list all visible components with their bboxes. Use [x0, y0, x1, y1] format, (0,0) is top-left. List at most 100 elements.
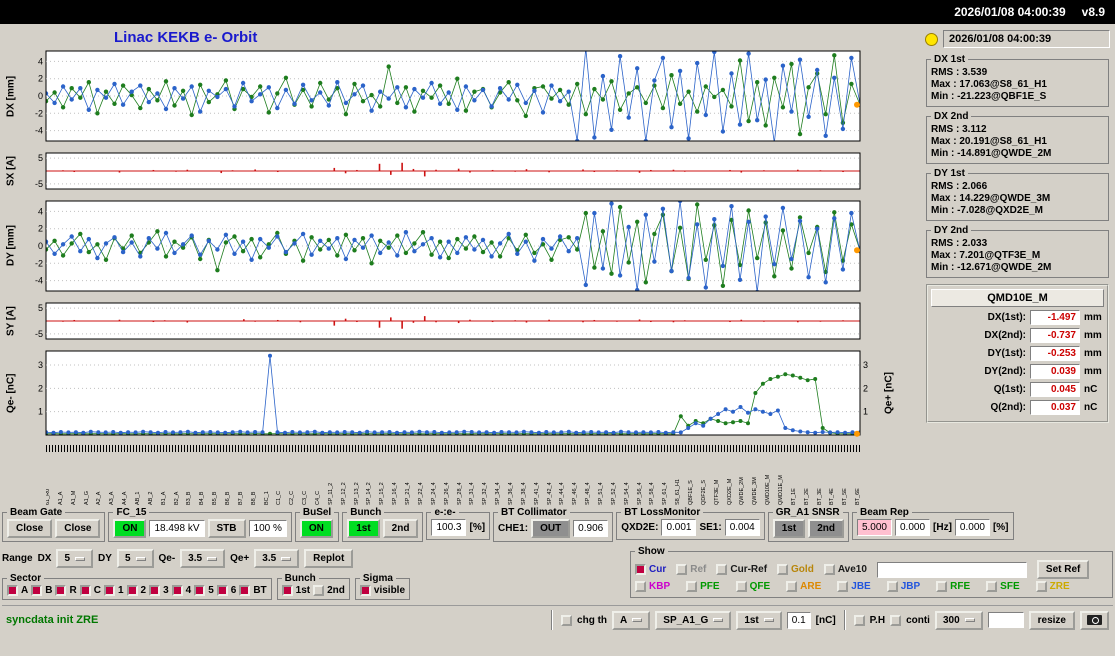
replot-button[interactable]: Replot: [304, 549, 354, 568]
bunch-1st-label: 1st: [295, 585, 311, 596]
sector-2-label: 2: [140, 585, 147, 596]
range-dy-select[interactable]: 5: [116, 549, 154, 568]
show-jbp-checkbox[interactable]: [886, 581, 898, 592]
chg-th-checkbox[interactable]: [561, 614, 573, 626]
bunch-1st-checkbox[interactable]: [281, 585, 293, 596]
beam-rep-label: Beam Rep: [859, 507, 909, 518]
show-gold-checkbox[interactable]: [777, 564, 789, 575]
show-are-checkbox[interactable]: [786, 581, 798, 592]
se1-label: SE1:: [699, 522, 722, 533]
busel-label: BuSel: [302, 507, 332, 518]
control-area: Beam Gate Close Close FC_15 ON 18.498 kV…: [0, 505, 1115, 630]
gr-snsr-2nd-button[interactable]: 2nd: [808, 519, 844, 538]
titlebar-version: v8.9: [1081, 5, 1105, 19]
sector-2-checkbox[interactable]: [126, 585, 138, 596]
show-kbp-checkbox[interactable]: [635, 581, 646, 592]
show-jbe-checkbox[interactable]: [837, 581, 849, 592]
x-axis-label: A1_A: [57, 491, 64, 505]
range-dx-select[interactable]: 5: [56, 549, 94, 568]
beam-gate-group: Beam Gate Close Close: [2, 507, 106, 542]
max-value: Max : 7.201@QTF3E_M: [931, 250, 1041, 261]
monitor-row: DX(2nd): -0.737 mm: [931, 328, 1104, 343]
show-ref-checkbox[interactable]: [676, 564, 688, 575]
statusbar-bunch-select[interactable]: 1st: [736, 610, 782, 630]
beam-gate-close-e-button[interactable]: Close: [7, 519, 53, 538]
fc15-on-button[interactable]: ON: [113, 519, 147, 538]
show-row-2: KBP PFE QFE ARE JBE JBP RFE SFE ZRE: [635, 581, 1108, 592]
range-qe-minus-label: Qe-: [158, 553, 176, 564]
bt-collimator-group: BT Collimator CHE1: OUT 0.906: [493, 507, 614, 542]
ref-name-input[interactable]: [876, 561, 1027, 578]
range-qe-plus-label: Qe+: [230, 553, 250, 564]
bunch-filter-group: Bunch 1st 2nd: [276, 573, 350, 600]
svg-text:2: 2: [38, 383, 43, 393]
che1-state-button[interactable]: OUT: [531, 519, 571, 538]
sector-1-checkbox[interactable]: [103, 585, 115, 596]
sx-steering-plot: 5 -5: [35, 152, 861, 190]
ee-ratio-unit: [%]: [469, 522, 486, 533]
gr-snsr-1st-button[interactable]: 1st: [772, 519, 806, 538]
sector-6-checkbox[interactable]: [216, 585, 228, 596]
sector-5-checkbox[interactable]: [194, 585, 206, 596]
show-sfe-label: SFE: [1000, 581, 1020, 592]
x-axis-label: BT_1E: [790, 488, 797, 505]
sector-bt-checkbox[interactable]: [239, 585, 251, 596]
beam-rep-pct-unit: [%]: [992, 522, 1009, 533]
sector-r-checkbox[interactable]: [55, 585, 67, 596]
show-cur-checkbox[interactable]: [635, 564, 646, 575]
range-qe-plus-select[interactable]: 3.5: [254, 549, 300, 568]
show-sfe-checkbox[interactable]: [986, 581, 998, 592]
x-axis-label: SP_22_4: [417, 482, 424, 505]
sigma-visible-checkbox[interactable]: [359, 585, 371, 596]
optmenu-dash-icon: [763, 618, 774, 622]
sector-c-checkbox[interactable]: [79, 585, 91, 596]
beam-rep-rate-value: 5.000: [856, 519, 892, 536]
show-cur-ref-checkbox[interactable]: [716, 564, 728, 575]
range-qe-minus-select[interactable]: 3.5: [180, 549, 226, 568]
show-pfe-checkbox[interactable]: [686, 581, 698, 592]
device-select[interactable]: SP_A1_G: [655, 610, 732, 630]
x-axis-label: SP_34_4: [495, 482, 502, 505]
sx-chart-row: SX [A] 5 -5: [2, 151, 925, 191]
show-ref-label: Ref: [690, 564, 707, 575]
sector-3-checkbox[interactable]: [149, 585, 161, 596]
qxd2e-value: 0.001: [661, 519, 697, 536]
sector-4-checkbox[interactable]: [171, 585, 183, 596]
interval-select[interactable]: 300: [934, 610, 983, 630]
camera-icon: [1087, 614, 1102, 625]
show-rfe-checkbox[interactable]: [936, 581, 948, 592]
resize-button[interactable]: resize: [1028, 610, 1075, 630]
monitor-row: DY(2nd): 0.039 mm: [931, 364, 1104, 379]
ph-checkbox[interactable]: [853, 614, 865, 626]
extra-input[interactable]: [987, 612, 1024, 628]
status-message: syncdata init ZRE: [6, 614, 99, 626]
x-axis-label: SP_51_4: [597, 482, 604, 505]
threshold-field[interactable]: 0.1: [786, 611, 811, 629]
x-axis-label: SP_15_2: [379, 482, 386, 505]
camera-button[interactable]: [1080, 610, 1109, 630]
section-select[interactable]: A: [612, 610, 651, 630]
x-axis-label: SP_24_4: [430, 482, 437, 505]
bunch-2nd-button[interactable]: 2nd: [382, 519, 419, 538]
busel-on-button[interactable]: ON: [299, 519, 333, 538]
gr-snsr-label: GR_A1 SNSR: [775, 507, 840, 518]
show-group: Show Cur Ref Cur-Ref Gold Ave10 Set Ref …: [630, 546, 1113, 598]
show-qfe-checkbox[interactable]: [735, 581, 747, 592]
x-axis-label: 61_R0: [46, 488, 51, 505]
x-axis-label: SP_61_4: [662, 482, 669, 505]
monitor-device-button[interactable]: QMD10E_M: [931, 289, 1104, 307]
x-axis-label: SP_44_4: [559, 482, 566, 505]
fc15-stb-button[interactable]: STB: [207, 519, 246, 538]
sector-a-checkbox[interactable]: [7, 585, 18, 596]
set-ref-button[interactable]: Set Ref: [1036, 560, 1090, 579]
sector-b-checkbox[interactable]: [31, 585, 43, 596]
optmenu-dash-icon: [281, 556, 292, 561]
show-ave10-checkbox[interactable]: [823, 564, 835, 575]
right-panel: 2026/01/08 04:00:39 DX 1st RMS : 3.539 M…: [925, 24, 1113, 505]
show-zre-checkbox[interactable]: [1035, 581, 1047, 592]
bunch-2nd-checkbox[interactable]: [313, 585, 325, 596]
conti-checkbox[interactable]: [890, 614, 902, 626]
sigma-label: Sigma: [362, 573, 393, 584]
beam-gate-close-p-button[interactable]: Close: [55, 519, 101, 538]
bunch-1st-button[interactable]: 1st: [347, 519, 380, 538]
